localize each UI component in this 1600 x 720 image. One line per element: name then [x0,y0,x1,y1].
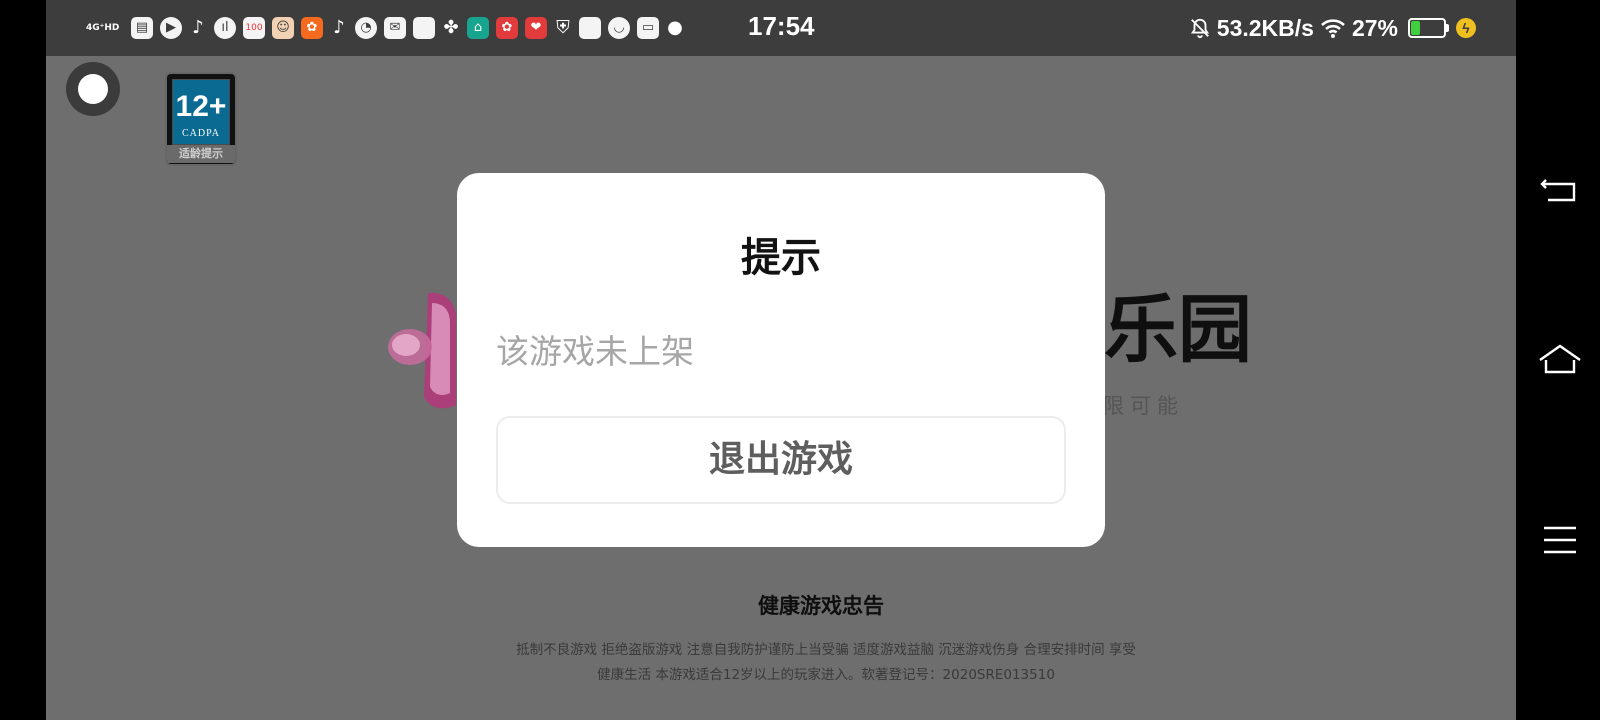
health-advice-line: 健康生活 本游戏适合12岁以上的玩家进入。软著登记号：2020SRE013510 [597,667,1055,683]
mask-icon: ◡ [608,17,630,39]
status-icons-right: 53.2KB/s 27% ϟ [1189,13,1476,43]
app-red-icon: ✿ [496,17,518,39]
mail-icon: ✉ [384,17,406,39]
status-icons-left: 4G⁺HD ▤ ▶ ♪ ıl 100 ☺ ✿ ♪ ◔ ✉ ✤ ⌂ ✿ ❤ ⛨ ◡… [86,14,684,42]
back-button[interactable] [1536,166,1584,214]
home-button[interactable] [1536,336,1584,384]
dialog-title: 提示 [741,235,821,281]
game-logo-flower [388,292,456,409]
square-icon [413,17,435,39]
score-100-icon: 100 [243,17,265,39]
play-icon: ▶ [160,17,182,39]
game-logo-title: 乐园 [1104,287,1252,373]
pinwheel-icon: ✤ [443,17,459,38]
chat-icon: ● [667,17,683,38]
age-rating-panel: 12+ CADPA [172,79,230,145]
battery-fill [1411,21,1420,35]
back-icon [1540,179,1576,202]
battery-percent: 27% [1351,14,1398,41]
app-orange-icon: ✿ [301,17,323,39]
notice-dialog: 提示 该游戏未上架 退出游戏 [457,173,1105,547]
health-advice-title: 健康游戏忠告 [758,594,884,618]
left-black-strip [0,0,46,720]
floating-assistant-ball[interactable] [66,62,120,116]
calendar-icon: ▤ [131,17,153,39]
tiktok-icon: ♪ [192,17,204,38]
home-icon [1539,344,1581,374]
system-nav-bar [1516,0,1600,720]
wifi-icon [1321,19,1345,38]
bell-off-icon [1190,18,1209,39]
status-time: 17:54 [748,11,815,41]
menu-button[interactable] [1536,516,1584,564]
screen-root: 4G⁺HD ▤ ▶ ♪ ıl 100 ☺ ✿ ♪ ◔ ✉ ✤ ⌂ ✿ ❤ ⛨ ◡… [0,0,1600,720]
age-rating-label: 适龄提示 [167,145,235,163]
battery-icon [1408,18,1449,38]
app-red-heart-icon: ❤ [525,17,547,39]
game-screen: 4G⁺HD ▤ ▶ ♪ ıl 100 ☺ ✿ ♪ ◔ ✉ ✤ ⌂ ✿ ❤ ⛨ ◡… [46,0,1516,720]
health-advice-body: 抵制不良游戏 拒绝盗版游戏 注意自我防护谨防上当受骗 适度游戏益脑 沉迷游戏伤身… [446,638,1206,688]
age-rating-org: CADPA [182,128,220,139]
square-icon [579,17,601,39]
voice-icon: ıl [214,17,236,39]
dialog-message: 该游戏未上架 [496,332,694,371]
status-bar: 4G⁺HD ▤ ▶ ♪ ıl 100 ☺ ✿ ♪ ◔ ✉ ✤ ⌂ ✿ ❤ ⛨ ◡… [46,0,1516,56]
health-advice-line: 抵制不良游戏 拒绝盗版游戏 注意自我防护谨防上当受骗 适度游戏益脑 沉迷游戏伤身… [516,642,1136,658]
network-indicator: 4G⁺HD [86,23,120,33]
age-rating-number: 12+ [175,90,227,123]
card-icon: ▭ [637,17,659,39]
game-logo-subtitle: 限可能 [1103,394,1184,418]
network-speed: 53.2KB/s [1216,14,1314,41]
avatar-app-icon: ☺ [272,17,294,39]
age-rating-badge: 12+ CADPA 适龄提示 [165,72,237,166]
health-advice: 健康游戏忠告 抵制不良游戏 拒绝盗版游戏 注意自我防护谨防上当受骗 适度游戏益脑… [46,590,1516,683]
menu-icon [1544,526,1576,554]
charging-icon: ϟ [1456,18,1476,38]
tiktok-icon: ♪ [333,17,345,38]
speedometer-icon: ◔ [355,17,377,39]
floating-ball-dot [78,74,108,104]
shield-icon: ⛨ [556,17,570,38]
home-app-icon: ⌂ [467,17,489,39]
exit-game-button[interactable]: 退出游戏 [496,416,1066,504]
